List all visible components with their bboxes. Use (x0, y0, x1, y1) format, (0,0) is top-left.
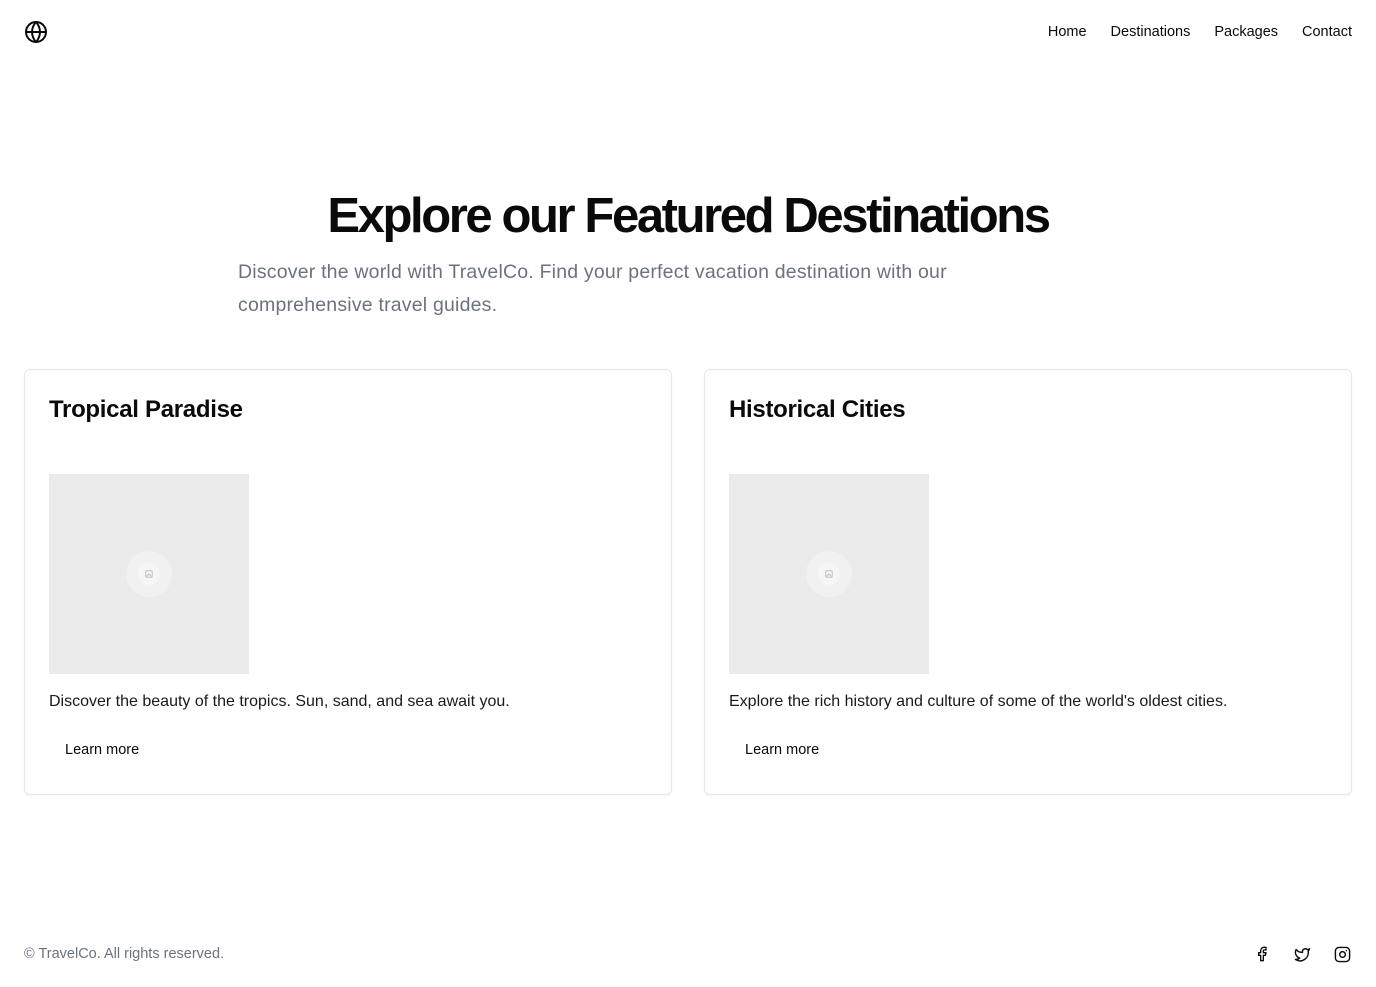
globe-icon[interactable] (24, 20, 48, 44)
twitter-icon[interactable] (1292, 944, 1312, 964)
learn-more-button[interactable]: Learn more (729, 734, 835, 766)
site-footer: © TravelCo. All rights reserved. (0, 934, 1376, 974)
image-loading-indicator (806, 551, 852, 597)
site-header: Home Destinations Packages Contact (0, 0, 1376, 64)
instagram-icon[interactable] (1332, 944, 1352, 964)
image-placeholder-icon (825, 570, 833, 578)
nav-destinations-link[interactable]: Destinations (1111, 24, 1191, 40)
card-title: Tropical Paradise (49, 396, 243, 423)
main-nav: Home Destinations Packages Contact (1048, 24, 1352, 40)
card-image (729, 474, 929, 674)
destination-card: Tropical Paradise Discover the beauty of… (24, 369, 672, 795)
card-title: Historical Cities (729, 396, 906, 423)
hero-title: Explore our Featured Destinations (327, 189, 1051, 243)
page: Home Destinations Packages Contact Explo… (0, 0, 1376, 987)
nav-contact-link[interactable]: Contact (1302, 24, 1352, 40)
nav-home-link[interactable]: Home (1048, 24, 1087, 40)
nav-packages-link[interactable]: Packages (1214, 24, 1278, 40)
learn-more-button[interactable]: Learn more (49, 734, 155, 766)
image-placeholder-icon (145, 570, 153, 578)
card-image (49, 474, 249, 674)
hero-section: Explore our Featured Destinations Discov… (0, 184, 1376, 316)
destination-cards: Tropical Paradise Discover the beauty of… (24, 369, 1352, 795)
card-description: Discover the beauty of the tropics. Sun,… (49, 693, 510, 710)
card-description: Explore the rich history and culture of … (729, 693, 1228, 710)
image-loading-indicator (126, 551, 172, 597)
copyright-text: © TravelCo. All rights reserved. (24, 946, 225, 962)
destination-card: Historical Cities Explore the rich histo… (704, 369, 1352, 795)
facebook-icon[interactable] (1252, 944, 1272, 964)
social-links (1252, 944, 1352, 964)
hero-subtitle: Discover the world with TravelCo. Find y… (238, 261, 947, 316)
